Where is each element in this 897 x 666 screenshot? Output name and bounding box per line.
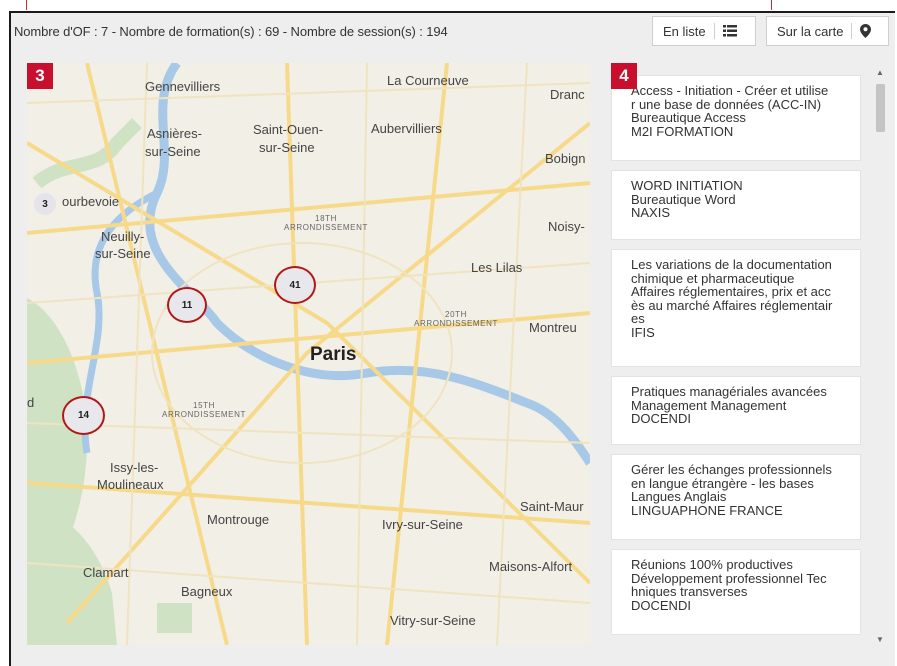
training-card[interactable]: Les variations de la documentation chimiq… bbox=[611, 249, 861, 367]
map-view[interactable]: Gennevilliers La Courneuve Dranc Asnière… bbox=[27, 63, 590, 645]
map-place-label: Vitry-sur-Seine bbox=[390, 613, 476, 628]
list-view-button[interactable]: En liste bbox=[652, 16, 756, 46]
training-card[interactable]: Gérer les échanges professionnels en lang… bbox=[611, 454, 861, 540]
map-place-label: d bbox=[27, 395, 35, 410]
map-view-label: Sur la carte bbox=[777, 23, 844, 39]
map-place-label: La Courneuve bbox=[387, 73, 469, 88]
map-cluster-marker[interactable]: 14 bbox=[62, 396, 105, 435]
map-place-label: sur-Seine bbox=[145, 144, 201, 159]
map-place-label: Saint-Maur bbox=[520, 499, 584, 514]
scrollbar-thumb[interactable] bbox=[876, 84, 885, 132]
guide-tick bbox=[771, 0, 772, 10]
map-place-label: Noisy- bbox=[548, 219, 585, 234]
map-place-label: Montreu bbox=[529, 320, 577, 335]
district-label: 15TH ARRONDISSEMENT bbox=[162, 401, 246, 419]
map-place-label: Saint-Ouen- bbox=[253, 122, 324, 137]
map-place-label: Issy-les- bbox=[110, 460, 159, 475]
map-place-label: ourbevoie bbox=[62, 194, 120, 209]
scroll-up-icon[interactable]: ▲ bbox=[876, 68, 884, 77]
map-place-label: Aubervilliers bbox=[371, 121, 442, 136]
top-guide bbox=[0, 0, 897, 11]
map-place-label: Maisons-Alfort bbox=[489, 559, 573, 574]
guide-tick bbox=[26, 0, 27, 10]
button-divider bbox=[713, 23, 715, 39]
map-cluster-marker[interactable]: 3 bbox=[34, 193, 56, 215]
map-place-label: Asnières- bbox=[147, 126, 202, 141]
list-icon bbox=[722, 25, 737, 37]
map-cluster-marker[interactable]: 41 bbox=[274, 266, 316, 304]
training-card[interactable]: WORD INITIATION Bureautique Word NAXIS bbox=[611, 170, 861, 240]
training-card[interactable]: Access - Initiation - Créer et utilise r … bbox=[611, 75, 861, 161]
map-place-label: Bagneux bbox=[181, 584, 233, 599]
district-label: 20TH ARRONDISSEMENT bbox=[414, 310, 498, 328]
results-list-panel: Access - Initiation - Créer et utilise r … bbox=[598, 63, 890, 645]
annotation-badge-list: 4 bbox=[611, 63, 637, 89]
list-view-label: En liste bbox=[663, 23, 706, 39]
annotation-badge-map: 3 bbox=[27, 63, 53, 89]
map-place-label: Ivry-sur-Seine bbox=[382, 517, 463, 532]
training-cards: Access - Initiation - Créer et utilise r … bbox=[611, 75, 861, 644]
list-scrollbar[interactable]: ▲ ▼ bbox=[874, 68, 887, 644]
map-place-label: Bobign bbox=[545, 151, 586, 166]
map-view-button[interactable]: Sur la carte bbox=[766, 16, 889, 46]
map-place-label: sur-Seine bbox=[95, 246, 151, 261]
map-pin-icon bbox=[860, 24, 872, 38]
map-cluster-marker[interactable]: 11 bbox=[167, 287, 207, 323]
map-place-label: Neuilly- bbox=[101, 229, 145, 244]
results-summary: Nombre d'OF : 7 - Nombre de formation(s)… bbox=[14, 24, 448, 39]
training-card[interactable]: Réunions 100% productives Développement p… bbox=[611, 549, 861, 635]
map-place-label: Gennevilliers bbox=[145, 79, 221, 94]
map-place-label: Montrouge bbox=[207, 512, 270, 527]
map-place-label: Clamart bbox=[83, 565, 129, 580]
training-card[interactable]: Pratiques managériales avancées Managemen… bbox=[611, 376, 861, 445]
map-place-label: Dranc bbox=[550, 87, 585, 102]
scroll-down-icon[interactable]: ▼ bbox=[876, 635, 884, 644]
button-divider bbox=[851, 23, 853, 39]
map-place-label: Moulineaux bbox=[97, 477, 164, 492]
district-label: 18TH ARRONDISSEMENT bbox=[284, 214, 368, 232]
map-place-label: sur-Seine bbox=[259, 140, 315, 155]
map-place-label: Paris bbox=[310, 344, 357, 365]
map-place-label: Les Lilas bbox=[471, 260, 523, 275]
